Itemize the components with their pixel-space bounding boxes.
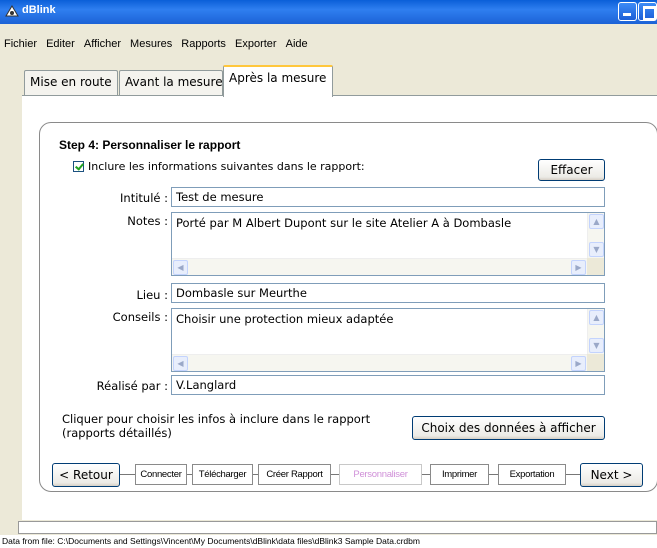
clear-button[interactable]: Effacer	[538, 159, 605, 181]
tab-avant-la-mesure[interactable]: Avant la mesure	[119, 70, 223, 97]
include-info-label: Inclure les informations suivantes dans …	[88, 160, 365, 173]
intitule-label: Intitulé :	[120, 191, 168, 205]
realise-par-field[interactable]: V.Langlard	[171, 375, 605, 395]
step-exportation[interactable]: Exportation	[498, 464, 566, 485]
hint-line-2: (rapports détaillés)	[62, 426, 172, 440]
back-button[interactable]: < Retour	[52, 463, 120, 487]
conseils-textarea[interactable]: Choisir une protection mieux adaptée ▲ ▼…	[171, 308, 605, 372]
hint-line-1: Cliquer pour choisir les infos à inclure…	[62, 412, 371, 426]
notes-textarea[interactable]: Porté par M Albert Dupont sur le site At…	[171, 212, 605, 276]
notes-horizontal-scrollbar[interactable]: ◀ ▶	[172, 258, 587, 275]
intitule-field[interactable]: Test de mesure	[171, 187, 605, 207]
status-panel	[18, 521, 657, 534]
app-icon	[5, 5, 19, 17]
include-info-checkbox[interactable]	[73, 161, 84, 172]
title-bar: dBlink	[0, 0, 657, 24]
choose-data-button[interactable]: Choix des données à afficher	[412, 416, 605, 440]
menu-bar: Fichier Editer Afficher Mesures Rapports…	[0, 38, 310, 56]
minimize-button[interactable]	[618, 2, 637, 21]
menu-mesures[interactable]: Mesures	[128, 38, 174, 50]
window-title: dBlink	[22, 4, 56, 16]
menu-aide[interactable]: Aide	[284, 38, 310, 50]
conseils-vertical-scrollbar[interactable]: ▲ ▼	[587, 309, 604, 354]
scroll-corner	[587, 258, 604, 275]
tab-apres-la-mesure[interactable]: Après la mesure	[223, 65, 333, 97]
notes-text: Porté par M Albert Dupont sur le site At…	[176, 216, 512, 230]
choose-info-hint: Cliquer pour choisir les infos à inclure…	[62, 412, 370, 440]
status-bar: Data from file: C:\Documents and Setting…	[0, 535, 657, 548]
maximize-button[interactable]	[638, 2, 657, 21]
menu-afficher[interactable]: Afficher	[82, 38, 123, 50]
scroll-up-icon[interactable]: ▲	[589, 310, 604, 325]
next-button[interactable]: Next >	[580, 463, 643, 487]
step-telecharger[interactable]: Télécharger	[192, 464, 253, 485]
notes-label: Notes :	[127, 214, 168, 228]
step-title: Step 4: Personnaliser le rapport	[59, 138, 241, 152]
scroll-left-icon[interactable]: ◀	[173, 356, 188, 371]
menu-fichier[interactable]: Fichier	[2, 38, 39, 50]
lieu-field[interactable]: Dombasle sur Meurthe	[171, 283, 605, 303]
scroll-up-icon[interactable]: ▲	[589, 214, 604, 229]
menu-rapports[interactable]: Rapports	[179, 38, 228, 50]
step-personnaliser[interactable]: Personnaliser	[339, 464, 422, 485]
scroll-down-icon[interactable]: ▼	[589, 338, 604, 353]
conseils-horizontal-scrollbar[interactable]: ◀ ▶	[172, 354, 587, 371]
step-connecter[interactable]: Connecter	[135, 464, 187, 485]
include-info-row[interactable]: Inclure les informations suivantes dans …	[73, 160, 365, 173]
realise-par-label: Réalisé par :	[96, 379, 168, 393]
conseils-label: Conseils :	[112, 310, 168, 324]
step-creer-rapport[interactable]: Créer Rapport	[258, 464, 331, 485]
scroll-left-icon[interactable]: ◀	[173, 260, 188, 275]
scroll-corner	[587, 354, 604, 371]
notes-vertical-scrollbar[interactable]: ▲ ▼	[587, 213, 604, 258]
menu-editer[interactable]: Editer	[44, 38, 77, 50]
lieu-label: Lieu :	[136, 288, 169, 302]
scroll-down-icon[interactable]: ▼	[589, 242, 604, 257]
conseils-text: Choisir une protection mieux adaptée	[176, 312, 394, 326]
menu-exporter[interactable]: Exporter	[233, 38, 279, 50]
scroll-right-icon[interactable]: ▶	[571, 356, 586, 371]
tab-mise-en-route[interactable]: Mise en route	[24, 70, 118, 97]
scroll-right-icon[interactable]: ▶	[571, 260, 586, 275]
step-imprimer[interactable]: Imprimer	[430, 464, 489, 485]
